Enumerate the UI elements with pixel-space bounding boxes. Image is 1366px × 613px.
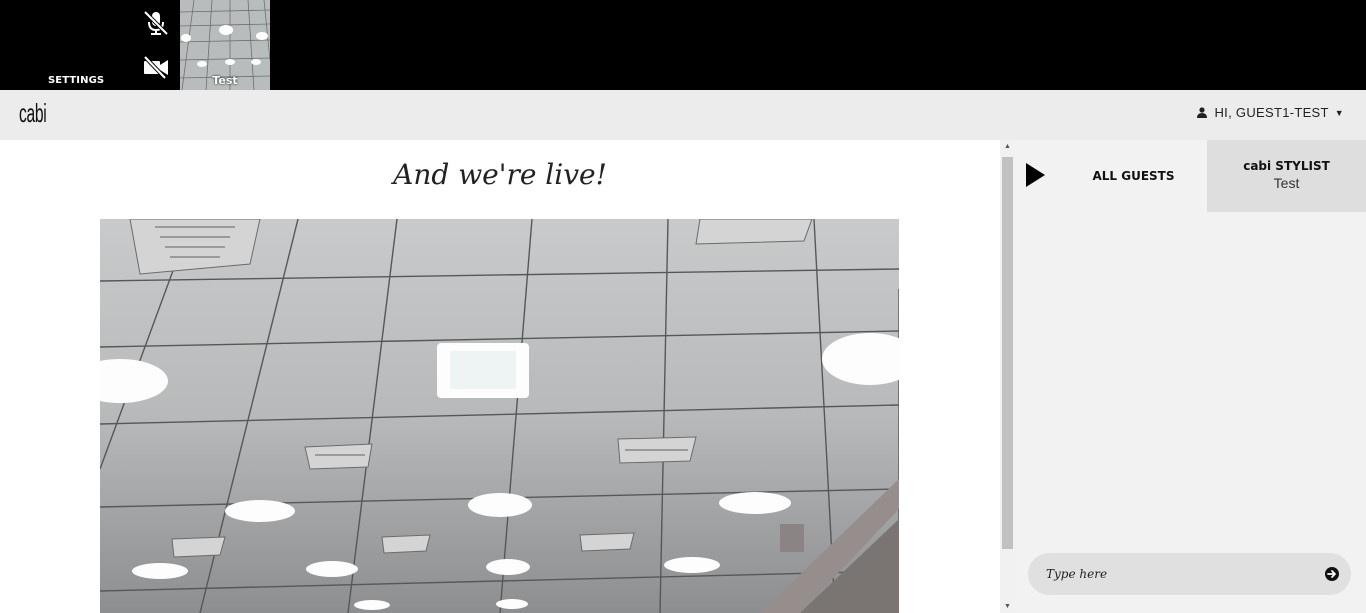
user-icon (1197, 107, 1208, 118)
cabi-logo[interactable]: cabi (19, 100, 47, 126)
video-frame (100, 219, 899, 613)
tab-cabi-stylist[interactable]: cabi STYLIST Test (1207, 140, 1366, 212)
site-header (0, 90, 1366, 140)
scroll-thumb[interactable] (1002, 157, 1013, 549)
scroll-up-icon[interactable]: ▲ (1000, 143, 1015, 150)
self-view-thumbnail[interactable]: Test (180, 0, 270, 90)
tab-all-guests[interactable]: ALL GUESTS (1060, 140, 1207, 212)
caret-down-icon: ▼ (1334, 107, 1344, 118)
user-greeting: HI, GUEST1-TEST (1214, 105, 1329, 120)
camera-toggle-button[interactable] (141, 52, 171, 82)
scroll-down-icon[interactable]: ▼ (1000, 603, 1015, 610)
chat-panel: ALL GUESTS cabi STYLIST Test (1015, 140, 1366, 613)
camera-off-icon (143, 55, 168, 80)
mic-toggle-button[interactable] (141, 8, 171, 38)
chat-message-input[interactable] (1046, 553, 1316, 595)
live-video-stream[interactable] (100, 219, 899, 613)
mic-muted-icon (143, 10, 169, 36)
settings-button[interactable]: SETTINGS (48, 75, 104, 86)
arrow-circle-right-icon[interactable] (1324, 566, 1340, 582)
tab-stylist-name: Test (1273, 175, 1300, 191)
main-scrollbar[interactable]: ▲ ▼ (1000, 140, 1015, 613)
chat-input-container (1028, 553, 1351, 595)
self-view-label: Test (212, 74, 238, 87)
user-menu-dropdown[interactable]: HI, GUEST1-TEST ▼ (1197, 105, 1344, 120)
collapse-arrow-icon[interactable] (1026, 163, 1045, 187)
main-content: And we're live! (0, 140, 1000, 613)
tab-stylist-title: cabi STYLIST (1243, 159, 1330, 173)
page-title: And we're live! (393, 158, 607, 191)
video-control-bar: SETTINGS Test (0, 0, 1366, 90)
